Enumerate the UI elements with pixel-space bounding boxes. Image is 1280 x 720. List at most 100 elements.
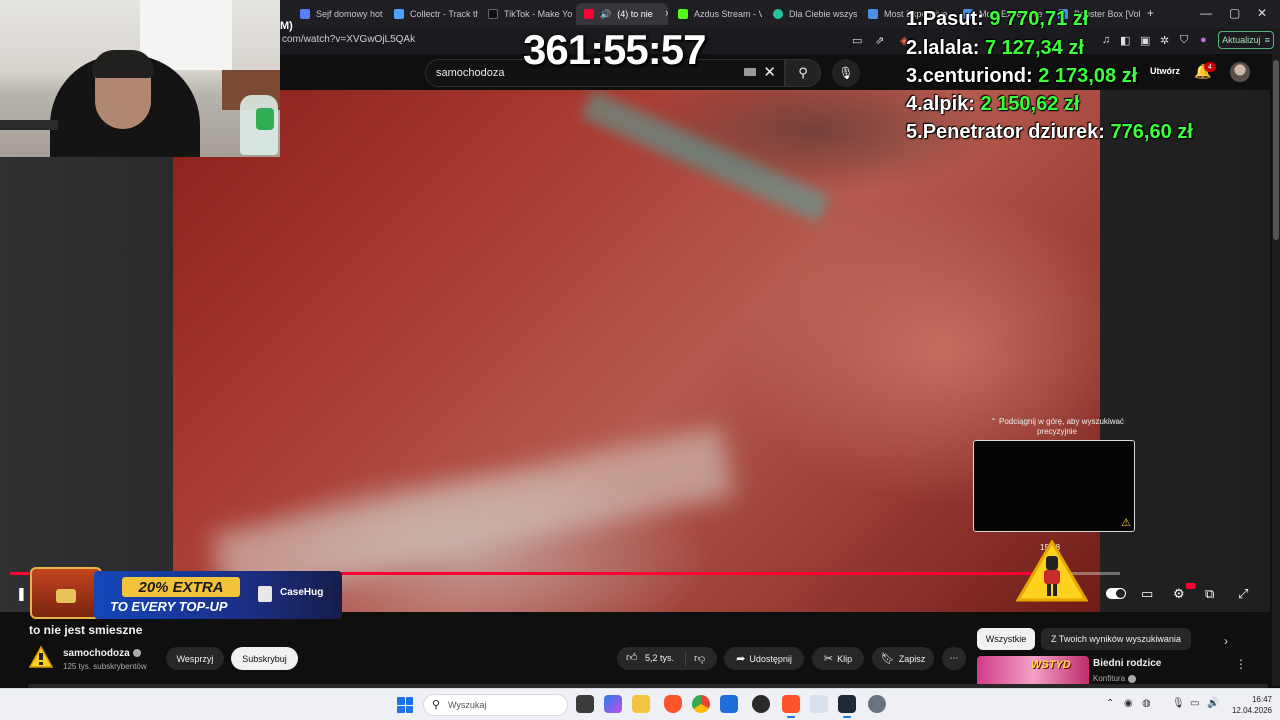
steam-icon[interactable] xyxy=(838,695,856,718)
more-actions-button[interactable]: ⋯ xyxy=(942,647,966,670)
music-icon[interactable]: ♫ xyxy=(1102,34,1110,46)
youtube-icon xyxy=(584,9,594,19)
warning-icon: ⚠ xyxy=(1121,517,1131,529)
search-icon: ⚲ xyxy=(432,699,441,711)
preview-thumbnail: ⚠ xyxy=(973,440,1135,532)
thumbs-down-icon[interactable]: 👎︎ xyxy=(694,652,705,665)
leaderboard-rank: 4. xyxy=(906,93,923,115)
tab-favicon-icon xyxy=(868,9,878,19)
calculator-icon[interactable] xyxy=(810,695,828,713)
tray-app-icon[interactable]: ◍ xyxy=(1142,698,1151,709)
search-input-value: samochodoza xyxy=(436,67,505,79)
microphone-icon: 🎙 xyxy=(838,66,854,80)
ad-subline: TO EVERY TOP-UP xyxy=(110,599,228,614)
page-scrollbar[interactable] xyxy=(1272,54,1280,686)
subscribe-button[interactable]: Subskrybuj xyxy=(231,647,298,670)
leaderboard-row: 1.Pasut: 9 770,71 zł xyxy=(906,8,1088,31)
brave-browser-icon[interactable] xyxy=(664,695,682,713)
leaderboard-row: 3.centuriond: 2 173,08 zł xyxy=(906,65,1137,88)
wallet-icon[interactable]: ▣ xyxy=(1140,34,1150,47)
share-button[interactable]: ➦ Udostępnij xyxy=(724,647,804,670)
close-tab-icon[interactable]: × xyxy=(665,8,668,20)
webcam-overlay xyxy=(0,0,280,157)
brave-active-icon[interactable] xyxy=(782,695,800,718)
copilot-icon[interactable] xyxy=(604,695,622,713)
recommendation-channel-text: Konfitura xyxy=(1093,674,1126,683)
tab-label: (4) to nie xyxy=(617,9,653,19)
create-button[interactable]: Utwórz xyxy=(1150,66,1180,76)
minimize-button[interactable]: — xyxy=(1200,6,1212,20)
share-icon[interactable]: ⇗ xyxy=(875,34,884,47)
browser-tab[interactable]: Dla Ciebie wszys xyxy=(765,3,857,25)
update-label: Aktualizuj xyxy=(1222,35,1261,45)
app-icon[interactable] xyxy=(752,695,770,713)
clock[interactable]: 16:47 12.04.2026 xyxy=(1224,694,1272,716)
fullscreen-icon[interactable]: ⤢ xyxy=(1238,586,1248,602)
settings-gear-icon[interactable] xyxy=(868,695,886,713)
sidebar-icon[interactable]: ◧ xyxy=(1120,34,1130,47)
channel-avatar[interactable] xyxy=(29,645,53,669)
extensions-icon[interactable]: ✲ xyxy=(1160,34,1169,47)
store-icon[interactable] xyxy=(720,695,738,713)
subtitles-icon[interactable]: ▭ xyxy=(1141,586,1153,602)
avatar[interactable] xyxy=(1230,62,1250,82)
clear-search-icon[interactable]: ✕ xyxy=(763,63,776,81)
volume-icon[interactable]: 🔊 xyxy=(1207,698,1219,709)
chip-all[interactable]: Wszystkie xyxy=(977,628,1035,650)
vpn-icon[interactable]: ⛉ xyxy=(1180,34,1188,47)
keyboard-icon[interactable] xyxy=(744,68,756,76)
chrome-icon[interactable] xyxy=(692,695,710,713)
cast-icon[interactable]: ▭ xyxy=(852,34,862,47)
recommendation-channel[interactable]: Konfitura xyxy=(1093,674,1137,683)
search-button[interactable]: ⚲ xyxy=(785,59,821,87)
network-icon[interactable]: ▭ xyxy=(1190,698,1199,709)
chevron-up-icon[interactable]: ⌃ xyxy=(1106,698,1114,709)
leaderboard-name: centuriond: xyxy=(922,65,1033,87)
save-button[interactable]: 🔖︎ Zapisz xyxy=(872,647,934,670)
browser-tab[interactable]: Sejf domowy hot xyxy=(292,3,384,25)
clip-button[interactable]: ✂ Klip xyxy=(812,647,864,670)
browser-tab[interactable]: Azdus Stream - V xyxy=(670,3,762,25)
like-count[interactable]: 5,2 tys. xyxy=(645,653,674,663)
file-explorer-icon[interactable] xyxy=(632,695,650,713)
leaderboard-name: Penetrator dziurek: xyxy=(922,121,1105,143)
scrollbar-thumb[interactable] xyxy=(1273,60,1279,240)
channel-name[interactable]: samochodoza xyxy=(63,648,141,659)
leo-ai-icon[interactable]: ● xyxy=(1200,34,1207,46)
url-text[interactable]: com/watch?v=XVGwOjL5QAk xyxy=(282,34,415,45)
hd-badge xyxy=(1186,583,1195,589)
clock-date: 12.04.2026 xyxy=(1231,706,1272,715)
thumbs-up-icon[interactable]: 👍︎ xyxy=(626,651,638,664)
tab-label: Collectr - Track th xyxy=(410,9,478,19)
more-options-icon[interactable]: ⋮ xyxy=(1235,657,1247,671)
task-view-icon[interactable] xyxy=(576,695,594,713)
settings-gear-icon[interactable]: ⚙ xyxy=(1173,586,1185,602)
maximize-button[interactable]: ▢ xyxy=(1229,6,1240,20)
support-button[interactable]: Wesprzyj xyxy=(166,647,224,670)
leaderboard-amount: 776,60 zł xyxy=(1110,121,1193,143)
browser-tab-active[interactable]: 🔊 (4) to nie × xyxy=(576,3,668,25)
tray-app-icon[interactable]: ◉ xyxy=(1124,698,1133,709)
recommendation-title[interactable]: Biedni rodzice xyxy=(1093,658,1161,669)
chip-from-search[interactable]: Z Twoich wyników wyszukiwania xyxy=(1041,628,1191,650)
microphone-icon[interactable]: 🎙 xyxy=(1172,698,1185,709)
address-bar[interactable]: M) com/watch?v=XVGwOjL5QAk ▭ ⇗ ◈ ♫ ◧ ▣ ✲… xyxy=(280,20,1280,54)
chevron-right-icon[interactable]: › xyxy=(1224,634,1228,648)
tab-label: TikTok - Make Yo xyxy=(504,9,572,19)
leaderboard-name: alpik: xyxy=(922,93,975,115)
leaderboard-rank: 3. xyxy=(906,65,923,87)
leaderboard-rank: 1. xyxy=(906,8,923,30)
windows-start-icon[interactable] xyxy=(397,697,413,713)
browser-tab[interactable]: Collectr - Track th xyxy=(386,3,478,25)
new-tab-icon[interactable]: + xyxy=(1147,6,1154,20)
close-window-button[interactable]: ✕ xyxy=(1257,6,1267,20)
thumbnail-text: WSTYD xyxy=(1031,659,1071,671)
miniplayer-icon[interactable]: ⧉ xyxy=(1205,586,1214,602)
update-button[interactable]: Aktualizuj ≡ xyxy=(1218,31,1274,49)
leaderboard-row: 2.lalala: 7 127,34 zł xyxy=(906,37,1084,60)
taskbar-search-input[interactable]: ⚲ Wyszukaj xyxy=(423,694,568,716)
voice-search-button[interactable]: 🎙 xyxy=(832,59,860,87)
browser-tab[interactable]: TikTok - Make Yo xyxy=(480,3,572,25)
video-frame[interactable] xyxy=(173,90,1100,612)
autoplay-toggle[interactable] xyxy=(1106,588,1126,599)
